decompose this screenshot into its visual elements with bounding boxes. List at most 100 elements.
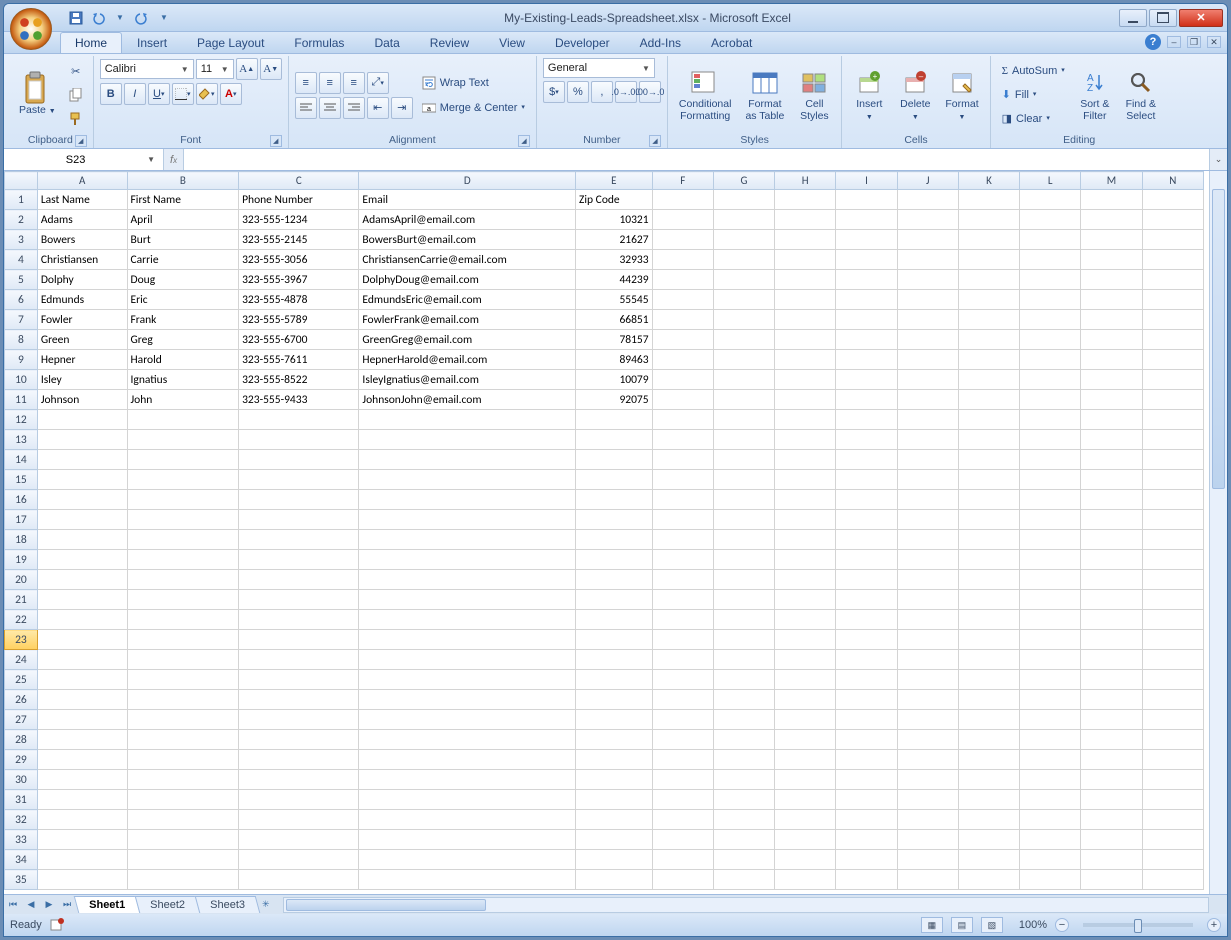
grow-font-button[interactable]: A▲ bbox=[236, 58, 258, 80]
cell-N27[interactable] bbox=[1142, 710, 1203, 730]
decrease-indent-button[interactable]: ⇤ bbox=[367, 97, 389, 119]
cell-H34[interactable] bbox=[775, 850, 836, 870]
cell-M7[interactable] bbox=[1081, 310, 1142, 330]
cell-I29[interactable] bbox=[836, 750, 897, 770]
cell-F15[interactable] bbox=[652, 470, 713, 490]
row-header-4[interactable]: 4 bbox=[5, 250, 38, 270]
cell-H31[interactable] bbox=[775, 790, 836, 810]
cell-D22[interactable] bbox=[359, 610, 576, 630]
cell-J9[interactable] bbox=[897, 350, 958, 370]
cell-J7[interactable] bbox=[897, 310, 958, 330]
cell-L28[interactable] bbox=[1020, 730, 1081, 750]
cell-A24[interactable] bbox=[37, 650, 127, 670]
cell-J32[interactable] bbox=[897, 810, 958, 830]
cell-L5[interactable] bbox=[1020, 270, 1081, 290]
cell-H21[interactable] bbox=[775, 590, 836, 610]
cell-J35[interactable] bbox=[897, 870, 958, 890]
row-header-24[interactable]: 24 bbox=[5, 650, 38, 670]
cell-F28[interactable] bbox=[652, 730, 713, 750]
cell-N7[interactable] bbox=[1142, 310, 1203, 330]
cell-B2[interactable]: April bbox=[127, 210, 239, 230]
col-header-N[interactable]: N bbox=[1142, 172, 1203, 190]
cell-G33[interactable] bbox=[713, 830, 774, 850]
cell-B27[interactable] bbox=[127, 710, 239, 730]
cell-N17[interactable] bbox=[1142, 510, 1203, 530]
cell-E7[interactable]: 66851 bbox=[576, 310, 653, 330]
cell-D1[interactable]: Email bbox=[359, 190, 576, 210]
cell-K21[interactable] bbox=[958, 590, 1019, 610]
cell-H30[interactable] bbox=[775, 770, 836, 790]
cell-N15[interactable] bbox=[1142, 470, 1203, 490]
percent-format-button[interactable]: % bbox=[567, 81, 589, 103]
cell-B12[interactable] bbox=[127, 410, 239, 430]
cell-H32[interactable] bbox=[775, 810, 836, 830]
cell-L8[interactable] bbox=[1020, 330, 1081, 350]
col-header-D[interactable]: D bbox=[359, 172, 576, 190]
cell-L26[interactable] bbox=[1020, 690, 1081, 710]
cell-E4[interactable]: 32933 bbox=[576, 250, 653, 270]
bold-button[interactable]: B bbox=[100, 83, 122, 105]
cell-M12[interactable] bbox=[1081, 410, 1142, 430]
cell-L25[interactable] bbox=[1020, 670, 1081, 690]
cell-K1[interactable] bbox=[958, 190, 1019, 210]
cell-K14[interactable] bbox=[958, 450, 1019, 470]
cell-N35[interactable] bbox=[1142, 870, 1203, 890]
format-cells-button[interactable]: Format▼ bbox=[940, 64, 983, 125]
cell-H26[interactable] bbox=[775, 690, 836, 710]
cell-N23[interactable] bbox=[1142, 630, 1203, 650]
accounting-format-button[interactable]: $▾ bbox=[543, 81, 565, 103]
cell-A5[interactable]: Dolphy bbox=[37, 270, 127, 290]
cell-G11[interactable] bbox=[713, 390, 774, 410]
underline-button[interactable]: U▾ bbox=[148, 83, 170, 105]
cell-E15[interactable] bbox=[576, 470, 653, 490]
cell-K27[interactable] bbox=[958, 710, 1019, 730]
cell-H14[interactable] bbox=[775, 450, 836, 470]
cell-C32[interactable] bbox=[239, 810, 359, 830]
undo-dropdown[interactable]: ▼ bbox=[112, 10, 128, 26]
cell-B17[interactable] bbox=[127, 510, 239, 530]
window-close-button[interactable] bbox=[1179, 9, 1223, 27]
fx-icon[interactable]: fx bbox=[170, 154, 177, 166]
cell-M29[interactable] bbox=[1081, 750, 1142, 770]
cell-E30[interactable] bbox=[576, 770, 653, 790]
cell-M35[interactable] bbox=[1081, 870, 1142, 890]
cell-K28[interactable] bbox=[958, 730, 1019, 750]
cell-J19[interactable] bbox=[897, 550, 958, 570]
cell-L18[interactable] bbox=[1020, 530, 1081, 550]
cell-M6[interactable] bbox=[1081, 290, 1142, 310]
cell-C31[interactable] bbox=[239, 790, 359, 810]
cell-A29[interactable] bbox=[37, 750, 127, 770]
zoom-in-button[interactable]: + bbox=[1207, 918, 1221, 932]
row-header-9[interactable]: 9 bbox=[5, 350, 38, 370]
cell-H16[interactable] bbox=[775, 490, 836, 510]
cell-G25[interactable] bbox=[713, 670, 774, 690]
cell-E6[interactable]: 55545 bbox=[576, 290, 653, 310]
cell-C15[interactable] bbox=[239, 470, 359, 490]
cell-E11[interactable]: 92075 bbox=[576, 390, 653, 410]
cell-F32[interactable] bbox=[652, 810, 713, 830]
cell-G34[interactable] bbox=[713, 850, 774, 870]
shrink-font-button[interactable]: A▼ bbox=[260, 58, 282, 80]
cell-E24[interactable] bbox=[576, 650, 653, 670]
cell-D13[interactable] bbox=[359, 430, 576, 450]
cell-E19[interactable] bbox=[576, 550, 653, 570]
cell-G8[interactable] bbox=[713, 330, 774, 350]
cell-N11[interactable] bbox=[1142, 390, 1203, 410]
cell-A7[interactable]: Fowler bbox=[37, 310, 127, 330]
cell-E25[interactable] bbox=[576, 670, 653, 690]
cell-E16[interactable] bbox=[576, 490, 653, 510]
cell-G24[interactable] bbox=[713, 650, 774, 670]
cell-E27[interactable] bbox=[576, 710, 653, 730]
row-header-5[interactable]: 5 bbox=[5, 270, 38, 290]
cell-E18[interactable] bbox=[576, 530, 653, 550]
row-header-16[interactable]: 16 bbox=[5, 490, 38, 510]
cell-I2[interactable] bbox=[836, 210, 897, 230]
cell-C13[interactable] bbox=[239, 430, 359, 450]
cell-B34[interactable] bbox=[127, 850, 239, 870]
cell-H11[interactable] bbox=[775, 390, 836, 410]
cell-N26[interactable] bbox=[1142, 690, 1203, 710]
undo-icon[interactable] bbox=[90, 10, 106, 26]
cell-I15[interactable] bbox=[836, 470, 897, 490]
font-launcher[interactable]: ◢ bbox=[270, 135, 282, 147]
cell-A14[interactable] bbox=[37, 450, 127, 470]
